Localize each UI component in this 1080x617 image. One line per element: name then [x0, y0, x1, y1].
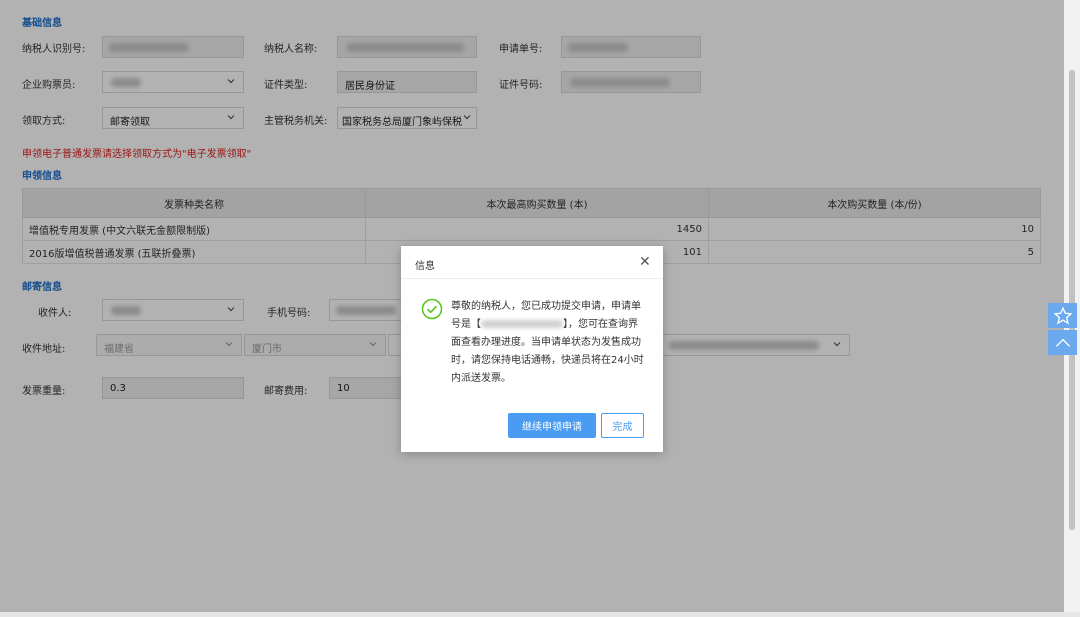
- close-icon[interactable]: ✕: [639, 255, 651, 269]
- favorite-button[interactable]: [1048, 303, 1077, 328]
- dialog-message: 尊敬的纳税人，您已成功提交申请，申请单号是【 】，您可在查询界面查看办理进度。当申…: [451, 298, 647, 388]
- success-dialog: 信息 ✕ 尊敬的纳税人，您已成功提交申请，申请单号是【 】，您可在查询界面查看办理…: [401, 246, 663, 452]
- back-to-top-button[interactable]: [1048, 330, 1077, 355]
- dialog-title: 信息: [415, 261, 435, 272]
- check-circle-icon: [421, 298, 443, 320]
- continue-apply-button[interactable]: 继续申领申请: [508, 413, 596, 438]
- bottom-edge: [0, 612, 1080, 617]
- star-icon: [1053, 306, 1073, 325]
- application-number-redacted: [481, 320, 563, 328]
- scrollbar-thumb[interactable]: [1069, 70, 1075, 530]
- dialog-divider: [401, 278, 663, 279]
- done-button[interactable]: 完成: [601, 413, 644, 438]
- chevron-up-icon: [1055, 338, 1071, 347]
